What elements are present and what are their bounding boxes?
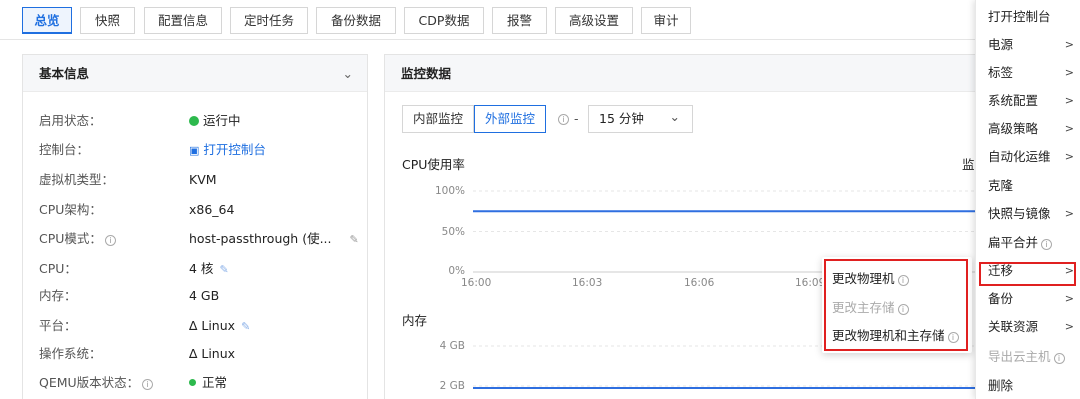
menu-tags[interactable]: 标签 > <box>988 64 1080 82</box>
tab-config-info[interactable]: 配置信息 <box>144 7 222 34</box>
menu-power[interactable]: 电源 > <box>988 36 1080 54</box>
tab-cdp-data[interactable]: CDP数据 <box>404 7 484 34</box>
info-icon[interactable]: i <box>1053 353 1065 364</box>
menu-system-config[interactable]: 系统配置 > <box>988 92 1080 110</box>
edit-icon[interactable]: ✎ <box>350 233 359 246</box>
tab-snapshot[interactable]: 快照 <box>80 7 135 34</box>
status-value: 运行中 <box>189 112 241 130</box>
edit-icon[interactable]: ✎ <box>241 320 250 333</box>
x-tick: 16:06 <box>684 277 715 289</box>
tab-alarm[interactable]: 报警 <box>492 7 547 34</box>
mem-y-tick: 4 GB <box>439 340 465 352</box>
tab-advanced-settings[interactable]: 高级设置 <box>555 7 633 34</box>
chevron-right-icon: > <box>1064 292 1074 305</box>
menu-backup[interactable]: 备份 > <box>988 290 1080 308</box>
running-status-icon <box>189 116 199 126</box>
info-icon[interactable]: i <box>1041 239 1053 250</box>
info-label: CPU架构： <box>39 202 102 217</box>
info-label: 内存： <box>39 288 77 303</box>
menu-open-console[interactable]: 打开控制台 <box>988 8 1080 26</box>
info-label: 平台： <box>39 318 77 333</box>
menu-related-resources[interactable]: 关联资源 > <box>988 318 1080 336</box>
chevron-down-icon[interactable]: ⌄ <box>343 55 353 92</box>
info-label: QEMU版本状态： i <box>39 374 189 392</box>
range-dash: - <box>574 111 579 126</box>
info-value: host-passthrough (使... ✎ <box>189 231 359 246</box>
open-console-link[interactable]: ▣ 打开控制台 <box>189 141 266 160</box>
cpu-y-tick: 0% <box>448 265 465 277</box>
external-monitor-button[interactable]: 外部监控 <box>474 105 546 133</box>
chevron-right-icon: > <box>1064 150 1074 163</box>
info-value: ∆ Linux <box>189 346 236 361</box>
info-value: ∆ Linux ✎ <box>189 318 251 333</box>
info-label: 启用状态： <box>39 113 102 128</box>
info-value: 正常 <box>189 374 227 392</box>
internal-monitor-button[interactable]: 内部监控 <box>402 105 474 133</box>
tab-bar: 总览 快照 配置信息 定时任务 备份数据 CDP数据 报警 高级设置 审计 <box>0 0 1080 40</box>
info-icon[interactable]: i <box>558 114 569 125</box>
menu-flatten-merge[interactable]: 扁平合并 i <box>988 234 1080 252</box>
edit-icon[interactable]: ✎ <box>219 263 228 276</box>
tab-backup-data[interactable]: 备份数据 <box>316 7 396 34</box>
linux-icon: ∆ <box>189 318 198 333</box>
chevron-down-icon: ⌄ <box>669 109 680 124</box>
menu-clone[interactable]: 克隆 <box>988 177 1080 195</box>
chevron-right-icon: > <box>1064 207 1074 220</box>
chevron-right-icon: > <box>1064 38 1074 51</box>
console-icon: ▣ <box>189 144 200 157</box>
basic-info-panel: 基本信息 ⌄ 启用状态： 运行中 控制台： ▣ 打开控制台 虚拟机类型： KVM … <box>22 54 368 399</box>
tab-audit[interactable]: 审计 <box>641 7 691 34</box>
x-tick: 16:03 <box>572 277 603 289</box>
info-value: x86_64 <box>189 202 235 217</box>
info-value: 4 GB <box>189 288 220 303</box>
info-label: CPU模式： i <box>39 230 189 248</box>
info-icon[interactable]: i <box>104 235 116 246</box>
tab-overview[interactable]: 总览 <box>22 7 72 34</box>
cpu-y-tick: 100% <box>434 185 465 197</box>
chevron-right-icon: > <box>1064 94 1074 107</box>
mem-y-tick: 2 GB <box>439 380 465 392</box>
vm-context-menu: 打开控制台 电源 > 标签 > 系统配置 > 高级策略 > 自动化运维 > 克隆 快照与镜… <box>975 0 1080 399</box>
basic-info-title: 基本信息 <box>39 66 90 81</box>
menu-snapshot-image[interactable]: 快照与镜像 > <box>988 205 1080 223</box>
x-tick: 16:09 <box>795 277 826 289</box>
info-label: CPU： <box>39 261 77 276</box>
linux-icon: ∆ <box>189 346 198 361</box>
submenu-highlight-box <box>824 259 968 351</box>
info-value: KVM <box>189 172 217 187</box>
x-tick: 16:00 <box>461 277 492 289</box>
cpu-chart-overflow-text: 监 <box>962 157 975 172</box>
cpu-y-tick: 50% <box>441 226 465 238</box>
cpu-chart-title: CPU使用率 <box>402 157 465 172</box>
menu-export-vm[interactable]: 导出云主机 i <box>988 348 1080 366</box>
normal-status-icon <box>189 379 196 386</box>
info-icon[interactable]: i <box>142 379 154 390</box>
memory-chart-title: 内存 <box>402 313 428 328</box>
tab-scheduled-tasks[interactable]: 定时任务 <box>230 7 308 34</box>
menu-automation-ops[interactable]: 自动化运维 > <box>988 148 1080 166</box>
basic-info-header[interactable]: 基本信息 ⌄ <box>23 55 367 92</box>
menu-delete[interactable]: 删除 <box>988 377 1080 395</box>
migrate-highlight-box <box>979 262 1076 286</box>
info-label: 控制台： <box>39 142 90 157</box>
info-label: 虚拟机类型： <box>39 172 115 187</box>
chevron-right-icon: > <box>1064 66 1074 79</box>
menu-advanced-policy[interactable]: 高级策略 > <box>988 120 1080 138</box>
monitor-header: 监控数据 <box>385 55 983 92</box>
monitor-title: 监控数据 <box>401 66 452 81</box>
info-label: 操作系统： <box>39 346 102 361</box>
chevron-right-icon: > <box>1064 122 1074 135</box>
info-value: 4 核 ✎ <box>189 261 229 276</box>
time-range-select[interactable]: 15 分钟 ⌄ <box>588 105 693 133</box>
chevron-right-icon: > <box>1064 320 1074 333</box>
